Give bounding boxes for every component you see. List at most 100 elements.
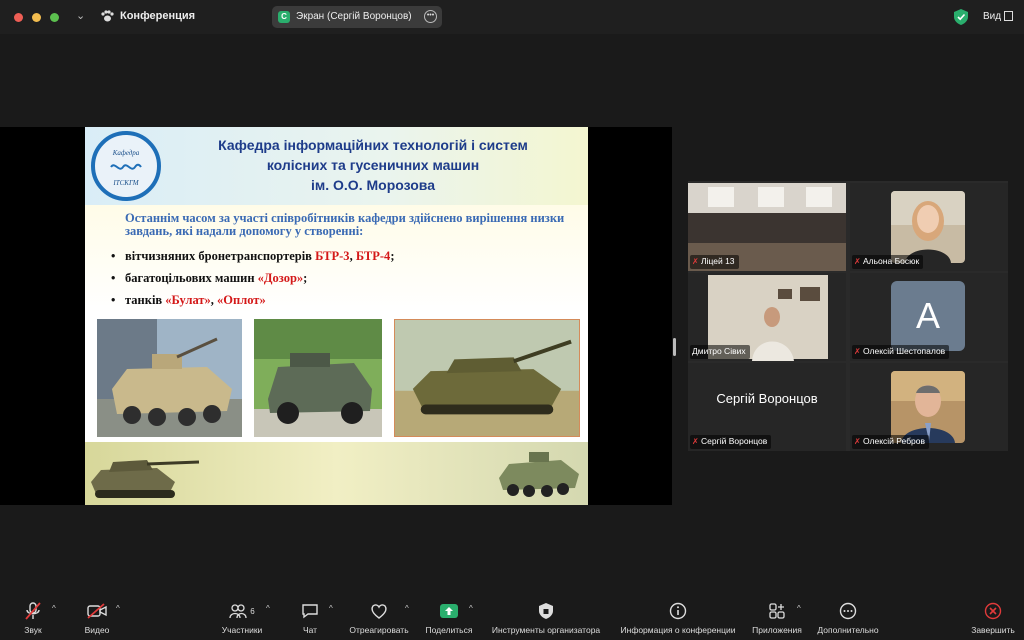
app-title: Конференция	[120, 10, 196, 22]
participants-button[interactable]: 6 Участники	[218, 600, 266, 635]
share-icon: С	[278, 11, 290, 23]
chat-icon	[302, 604, 318, 619]
chat-button[interactable]: Чат	[296, 600, 324, 635]
meeting-stage: Кафедра ІТСКГМ Кафедра інформаційних тех…	[0, 34, 1024, 594]
participant-name: Дмитро Сівих	[690, 345, 750, 359]
logo-top-text: Кафедра	[112, 149, 140, 157]
chat-label: Чат	[302, 625, 318, 635]
department-logo: Кафедра ІТСКГМ	[91, 131, 161, 201]
share-label: Поделиться	[425, 625, 473, 635]
participants-options-caret[interactable]: ^	[266, 604, 270, 613]
meeting-info-label: Информация о конференции	[620, 625, 736, 635]
shield-icon	[539, 603, 553, 619]
mic-muted-icon: ✗	[854, 347, 861, 356]
participant-name: ✗ Ліцей 13	[690, 255, 739, 269]
chevron-down-icon[interactable]: ⌄	[76, 9, 85, 22]
slide-header: Кафедра ІТСКГМ Кафедра інформаційних тех…	[85, 127, 588, 205]
info-icon	[669, 602, 687, 620]
slide-footer	[85, 442, 588, 505]
audio-button[interactable]: Звук	[14, 600, 52, 635]
audio-label: Звук	[24, 625, 42, 635]
host-tools-button[interactable]: Инструменты организатора	[487, 600, 605, 635]
mic-muted-icon	[25, 602, 41, 620]
minimize-window-button[interactable]	[32, 13, 41, 22]
mic-muted-icon: ✗	[854, 257, 861, 266]
react-options-caret[interactable]: ^	[405, 604, 409, 613]
btr4-illustration	[499, 452, 579, 497]
react-label: Отреагировать	[349, 625, 409, 635]
share-screen-icon	[440, 604, 458, 618]
react-button[interactable]: Отреагировать	[347, 600, 411, 635]
apps-options-caret[interactable]: ^	[797, 604, 801, 613]
apps-label: Приложения	[752, 625, 802, 635]
share-options-caret[interactable]: ^	[469, 604, 473, 613]
chat-options-caret[interactable]: ^	[329, 604, 333, 613]
shared-screen: Кафедра ІТСКГМ Кафедра інформаційних тех…	[0, 127, 672, 505]
participants-label: Участники	[221, 625, 263, 635]
video-off-icon	[87, 603, 107, 619]
audio-options-caret[interactable]: ^	[52, 604, 56, 613]
view-icon[interactable]	[1004, 11, 1013, 21]
participants-count: 6	[250, 606, 255, 616]
end-meeting-button[interactable]: Завершить	[968, 600, 1018, 635]
participant-gallery: ✗ Ліцей 13 ✗ Альона Босюк Дмитро Сівих A…	[688, 181, 1008, 451]
apps-button[interactable]: Приложения	[750, 600, 804, 635]
slide-title-line-2: колісних та гусеничних машин	[266, 157, 480, 173]
more-button[interactable]: Дополнительно	[815, 600, 881, 635]
participants-icon	[229, 604, 247, 619]
host-tools-label: Инструменты организатора	[491, 625, 601, 635]
more-icon[interactable]: •••	[424, 10, 437, 23]
video-options-caret[interactable]: ^	[116, 604, 120, 613]
participant-name: ✗ Альона Босюк	[852, 255, 924, 269]
participant-tile-active-speaker[interactable]: Дмитро Сівих	[688, 273, 846, 361]
participant-tile[interactable]: Сергій Воронцов ✗ Сергій Воронцов	[688, 363, 846, 451]
participant-name: ✗ Сергій Воронцов	[690, 435, 772, 449]
slide-title-line-1: Кафедра інформаційних технологій і систе…	[218, 137, 528, 153]
close-window-button[interactable]	[14, 13, 23, 22]
logo-bottom-text: ІТСКГМ	[113, 179, 139, 187]
participant-name: ✗ Олексій Ребров	[852, 435, 930, 449]
participant-name: ✗ Олексій Шестопалов	[852, 345, 950, 359]
meeting-toolbar: Звук ^ Видео ^ 6 Участники ^ Чат ^ Отреа…	[0, 594, 1024, 640]
more-label: Дополнительно	[817, 625, 879, 635]
slide-title-line-3: ім. О.О. Морозова	[311, 177, 435, 193]
panel-resize-handle[interactable]	[673, 338, 676, 356]
end-label: Завершить	[971, 625, 1015, 635]
view-menu-label[interactable]: Вид	[983, 11, 1001, 22]
participant-tile[interactable]: ✗ Альона Босюк	[850, 183, 1008, 271]
video-label: Видео	[84, 625, 110, 635]
participant-video	[891, 191, 965, 263]
participant-tile[interactable]: ✗ Ліцей 13	[688, 183, 846, 271]
slide-body: Останнім часом за участі співробітників …	[85, 205, 588, 313]
slide-bullet-list: • вітчизняних бронетранспортерів БТР-3, Б…	[111, 245, 571, 311]
video-button[interactable]: Видео	[78, 600, 116, 635]
bullet-item: • вітчизняних бронетранспортерів БТР-3, Б…	[111, 249, 395, 263]
bullet-item: • танків «Булат», «Оплот»	[111, 293, 266, 307]
slide-title: Кафедра інформаційних технологій і систе…	[173, 135, 573, 195]
title-bar: ⌄ Конференция С Экран (Сергій Воронцов) …	[0, 0, 1024, 34]
share-screen-button[interactable]: Поделиться	[423, 600, 475, 635]
mic-muted-icon: ✗	[692, 437, 699, 446]
participant-display-name: Сергій Воронцов	[716, 391, 818, 406]
shield-icon[interactable]	[954, 9, 968, 25]
participant-tile[interactable]: ✗ Олексій Ребров	[850, 363, 1008, 451]
participant-tile[interactable]: A ✗ Олексій Шестопалов	[850, 273, 1008, 361]
bullet-item: • багатоцільових машин «Дозор»;	[111, 271, 308, 285]
apps-icon	[769, 603, 785, 619]
screen-share-indicator[interactable]: С Экран (Сергій Воронцов) •••	[272, 6, 442, 28]
logo-emblem	[110, 163, 142, 170]
meeting-info-button[interactable]: Информация о конференции	[616, 600, 740, 635]
presentation-slide: Кафедра ІТСКГМ Кафедра інформаційних тех…	[85, 127, 588, 505]
paw-icon	[101, 10, 114, 22]
more-icon	[839, 602, 857, 620]
fullscreen-window-button[interactable]	[50, 13, 59, 22]
heart-icon	[371, 604, 387, 619]
avatar: A	[891, 281, 965, 351]
mic-muted-icon: ✗	[692, 257, 699, 266]
oplot-photo	[394, 319, 580, 437]
btr-photo	[97, 319, 242, 437]
participant-video	[891, 371, 965, 443]
share-label: Экран (Сергій Воронцов)	[296, 11, 412, 22]
end-call-icon	[984, 602, 1002, 620]
dozor-photo	[254, 319, 382, 437]
